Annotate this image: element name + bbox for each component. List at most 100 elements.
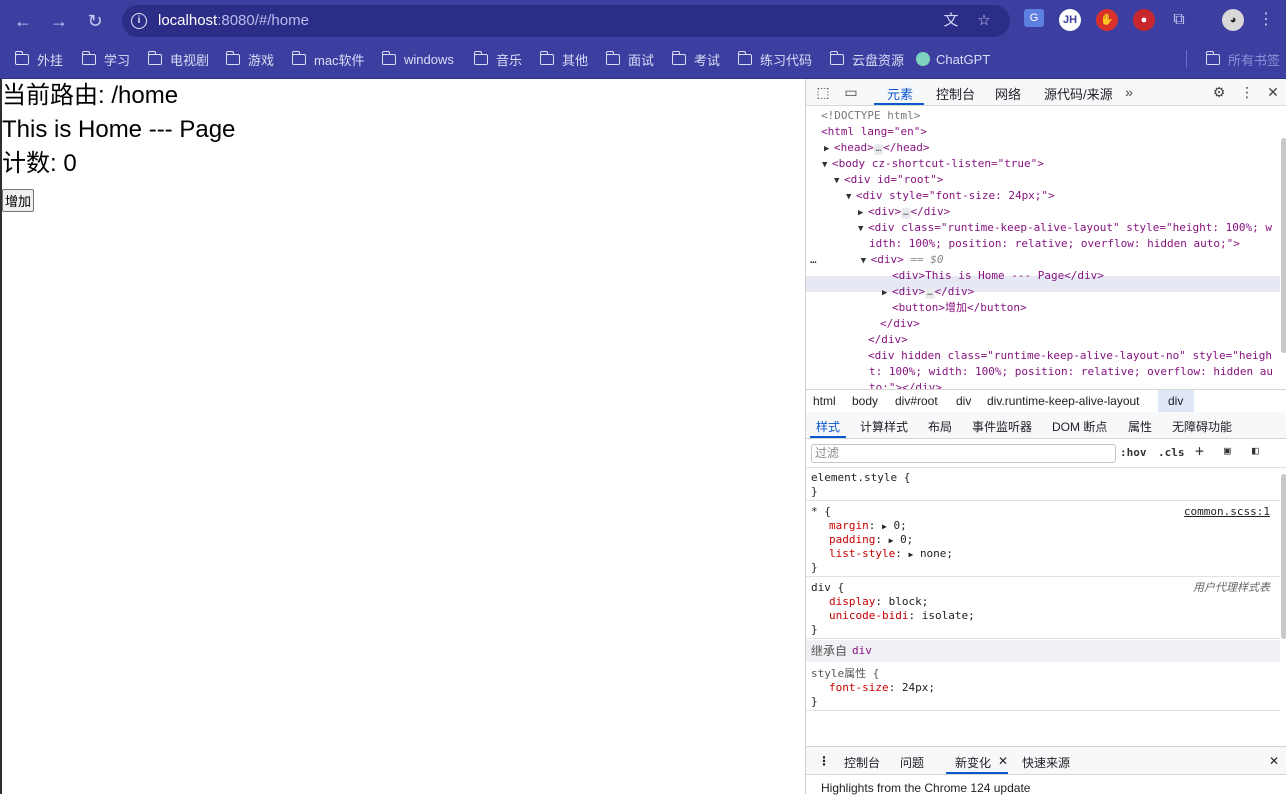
bookmark-folder[interactable]: 考试: [671, 50, 720, 68]
style-declaration[interactable]: list-style: ▶ none;: [829, 547, 953, 562]
url-text[interactable]: localhost:8080/#/home: [158, 12, 309, 29]
tab-styles[interactable]: 样式: [816, 418, 840, 435]
dom-node[interactable]: ▶ <div>… </div>: [858, 204, 950, 221]
bookmark-folder[interactable]: 电视剧: [147, 50, 209, 68]
style-rule-attribute[interactable]: style属性 { font-size: 24px; }: [806, 664, 1280, 711]
breadcrumb-item[interactable]: div.runtime-keep-alive-layout: [987, 394, 1140, 408]
drawer-tab-quick-source[interactable]: 快速来源: [1022, 754, 1070, 771]
tab-properties[interactable]: 属性: [1128, 418, 1152, 435]
style-rule-star[interactable]: * { common.scss:1 margin: ▶ 0; padding: …: [806, 502, 1280, 577]
back-icon[interactable]: ←: [11, 9, 35, 33]
bookmark-chatgpt[interactable]: ChatGPT: [916, 50, 990, 68]
bookmark-folder[interactable]: 学习: [81, 50, 130, 68]
dom-node-selected[interactable]: … ▼ <div> == $0: [810, 252, 944, 269]
inspect-element-icon[interactable]: ⬚: [814, 83, 832, 101]
reload-icon[interactable]: ↻: [83, 9, 107, 33]
dom-node[interactable]: </div>: [880, 316, 920, 332]
extensions-puzzle-icon[interactable]: ⧉: [1168, 9, 1190, 31]
collapse-triangle-icon[interactable]: ▼: [822, 157, 832, 173]
tab-accessibility[interactable]: 无障碍功能: [1172, 418, 1232, 435]
dom-node[interactable]: <!DOCTYPE html>: [821, 108, 920, 124]
google-translate-extension-icon[interactable]: G: [1024, 9, 1044, 27]
device-toolbar-icon[interactable]: ▭: [842, 83, 860, 101]
drawer-tab-whats-new[interactable]: 新变化: [955, 754, 991, 771]
new-rule-plus-icon[interactable]: +: [1195, 442, 1204, 460]
devtools-menu-icon[interactable]: ⋮: [1238, 83, 1256, 101]
red-extension-icon[interactable]: ●: [1133, 9, 1155, 31]
profile-avatar-icon[interactable]: ◕: [1222, 9, 1244, 31]
bookmark-folder[interactable]: 音乐: [473, 50, 522, 68]
bookmark-folder[interactable]: 游戏: [225, 50, 274, 68]
tab-computed[interactable]: 计算样式: [860, 418, 908, 435]
rule-source-link[interactable]: common.scss:1: [1184, 505, 1270, 519]
settings-gear-icon[interactable]: ⚙: [1210, 83, 1228, 101]
tab-elements[interactable]: 元素: [887, 84, 913, 103]
style-declaration[interactable]: margin: ▶ 0;: [829, 519, 907, 534]
tab-dom-breakpoints[interactable]: DOM 断点: [1052, 418, 1107, 435]
ellipsis-icon[interactable]: …: [873, 144, 884, 155]
more-tabs-icon[interactable]: »: [1120, 83, 1138, 101]
dom-node[interactable]: ▼ <div style="font-size: 24px;">: [846, 188, 1055, 205]
drawer-tab-issues[interactable]: 问题: [900, 754, 924, 771]
ellipsis-icon[interactable]: …: [901, 208, 911, 219]
collapse-triangle-icon[interactable]: ▼: [846, 189, 856, 205]
bookmark-folder[interactable]: 云盘资源: [829, 50, 904, 68]
profile-extension-icon[interactable]: JH: [1059, 9, 1081, 31]
styles-scrollbar[interactable]: [1281, 474, 1286, 639]
tab-console[interactable]: 控制台: [936, 84, 975, 103]
dom-node[interactable]: <html lang="en">: [821, 124, 927, 140]
style-declaration[interactable]: padding: ▶ 0;: [829, 533, 913, 548]
style-rule-div[interactable]: div { 用户代理样式表 display: block; unicode-bi…: [806, 578, 1280, 639]
dom-node[interactable]: <div>This is Home --- Page</div>: [892, 268, 1104, 284]
styles-filter-input[interactable]: 过滤: [811, 444, 1116, 463]
dom-node[interactable]: ▼ <div id="root">: [834, 172, 943, 189]
translate-icon[interactable]: 文: [942, 12, 960, 30]
inherited-target-link[interactable]: div: [852, 644, 872, 658]
style-rule-element[interactable]: element.style { }: [806, 468, 1280, 501]
bookmark-folder[interactable]: 练习代码: [737, 50, 812, 68]
breadcrumb-item[interactable]: body: [852, 394, 878, 408]
breadcrumb-item[interactable]: html: [813, 394, 836, 408]
all-bookmarks-folder[interactable]: 所有书签: [1205, 50, 1280, 68]
dom-node[interactable]: ▼ <div class="runtime-keep-alive-layout" …: [858, 220, 1272, 237]
bookmark-folder[interactable]: 面试: [605, 50, 654, 68]
expand-triangle-icon[interactable]: ▶: [824, 141, 834, 157]
drawer-menu-icon[interactable]: ⋮: [818, 754, 830, 768]
forward-icon[interactable]: →: [47, 9, 71, 33]
collapse-triangle-icon[interactable]: ▼: [834, 173, 844, 189]
menu-kebab-icon[interactable]: ⋮: [1255, 9, 1277, 31]
expand-triangle-icon[interactable]: ▶: [882, 285, 892, 301]
collapse-triangle-icon[interactable]: ▼: [861, 253, 871, 269]
cls-toggle[interactable]: .cls: [1158, 446, 1185, 459]
dom-scrollbar[interactable]: [1281, 138, 1286, 353]
hov-toggle[interactable]: :hov: [1120, 446, 1147, 459]
hand-extension-icon[interactable]: ✋: [1096, 9, 1118, 31]
site-info-icon[interactable]: i: [131, 13, 147, 29]
tab-network[interactable]: 网络: [995, 84, 1021, 103]
toggle-sidebar-icon[interactable]: ◧: [1252, 444, 1259, 457]
dom-node[interactable]: <div hidden class="runtime-keep-alive-la…: [868, 348, 1272, 364]
breadcrumb-item-active[interactable]: div: [1168, 394, 1183, 408]
paint-brush-icon[interactable]: ▣: [1224, 444, 1231, 457]
tab-layout[interactable]: 布局: [928, 418, 952, 435]
dom-node[interactable]: <button>增加</button>: [892, 300, 1027, 316]
breadcrumb-item[interactable]: div: [956, 394, 971, 408]
tab-sources[interactable]: 源代码/来源: [1044, 84, 1113, 103]
address-bar[interactable]: i localhost:8080/#/home 文 ☆: [122, 5, 1010, 37]
bookmark-folder[interactable]: windows: [381, 50, 454, 68]
close-drawer-icon[interactable]: ✕: [1269, 754, 1279, 768]
dom-node[interactable]: ▶ <div>… </div>: [882, 284, 974, 301]
close-tab-icon[interactable]: ✕: [998, 754, 1008, 768]
breadcrumb-item[interactable]: div#root: [895, 394, 938, 408]
add-button[interactable]: 增加: [2, 189, 35, 212]
ellipsis-icon[interactable]: …: [925, 288, 935, 299]
style-declaration[interactable]: font-size: 24px;: [829, 681, 935, 695]
bookmark-folder[interactable]: mac软件: [291, 50, 365, 68]
expand-triangle-icon[interactable]: ▶: [858, 205, 868, 221]
drawer-tab-console[interactable]: 控制台: [844, 754, 880, 771]
bookmark-folder[interactable]: 外挂: [14, 50, 63, 68]
collapse-triangle-icon[interactable]: ▼: [858, 221, 868, 237]
bookmark-folder[interactable]: 其他: [539, 50, 588, 68]
bookmark-star-icon[interactable]: ☆: [975, 12, 993, 30]
tab-event-listeners[interactable]: 事件监听器: [972, 418, 1032, 435]
